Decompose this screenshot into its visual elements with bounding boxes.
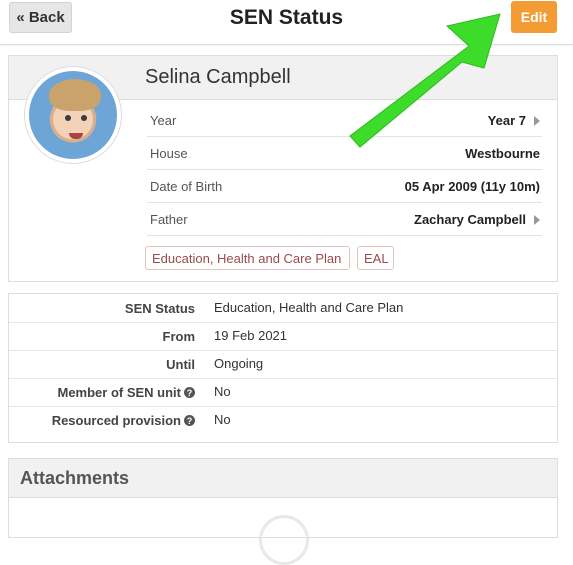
row-label: SEN Status	[124, 301, 195, 316]
row-label: Year	[150, 113, 177, 128]
avatar	[24, 66, 122, 164]
attachments-panel: Attachments	[8, 458, 558, 565]
student-profile-card: Selina Campbell Year Year 7 House Westbo…	[8, 55, 558, 282]
row-value: Year 7	[487, 113, 526, 128]
chevron-right-icon	[534, 116, 540, 126]
page-title: SEN Status	[229, 6, 344, 29]
help-circle-icon[interactable]: ?	[184, 415, 195, 426]
row-label: Resourced provision ?	[52, 413, 195, 428]
sen-row-until: Until Ongoing	[9, 350, 557, 379]
chevron-right-icon	[534, 215, 540, 225]
row-label: Date of Birth	[150, 179, 223, 194]
loading-spinner-icon	[259, 515, 309, 565]
row-value: 19 Feb 2021	[214, 328, 288, 343]
row-label: Until	[166, 357, 195, 372]
profile-row-year[interactable]: Year Year 7	[147, 104, 542, 137]
row-value: No	[214, 412, 231, 427]
sen-row-status: SEN Status Education, Health and Care Pl…	[9, 294, 557, 323]
row-label: Member of SEN unit ?	[57, 385, 195, 400]
profile-row-house: House Westbourne	[147, 137, 542, 170]
row-label: House	[150, 146, 188, 161]
edit-button[interactable]: Edit	[511, 1, 557, 33]
student-name: Selina Campbell	[145, 66, 291, 88]
help-circle-icon[interactable]: ?	[184, 387, 195, 398]
row-value: Zachary Campbell	[414, 212, 526, 227]
row-value: No	[214, 384, 231, 399]
row-value: Westbourne	[465, 146, 540, 161]
sen-row-from: From 19 Feb 2021	[9, 322, 557, 351]
profile-row-dob: Date of Birth 05 Apr 2009 (11y 10m)	[147, 170, 542, 203]
row-label: From	[162, 329, 196, 344]
profile-row-father[interactable]: Father Zachary Campbell	[147, 203, 542, 236]
sen-row-resourced: Resourced provision ? No	[9, 406, 557, 434]
attachments-header: Attachments	[9, 459, 557, 498]
sen-row-member-unit: Member of SEN unit ? No	[9, 378, 557, 407]
top-bar: « Back SEN Status Edit	[0, 0, 573, 45]
row-label: Father	[150, 212, 188, 227]
sen-details-table: SEN Status Education, Health and Care Pl…	[8, 293, 558, 443]
row-value: Education, Health and Care Plan	[214, 300, 404, 315]
row-value: 05 Apr 2009 (11y 10m)	[404, 179, 540, 194]
row-value: Ongoing	[214, 356, 264, 371]
tag-eal: EAL	[357, 246, 394, 270]
attachments-title: Attachments	[20, 468, 130, 488]
student-photo	[29, 71, 117, 159]
tag-ehcp: Education, Health and Care Plan	[145, 246, 350, 270]
